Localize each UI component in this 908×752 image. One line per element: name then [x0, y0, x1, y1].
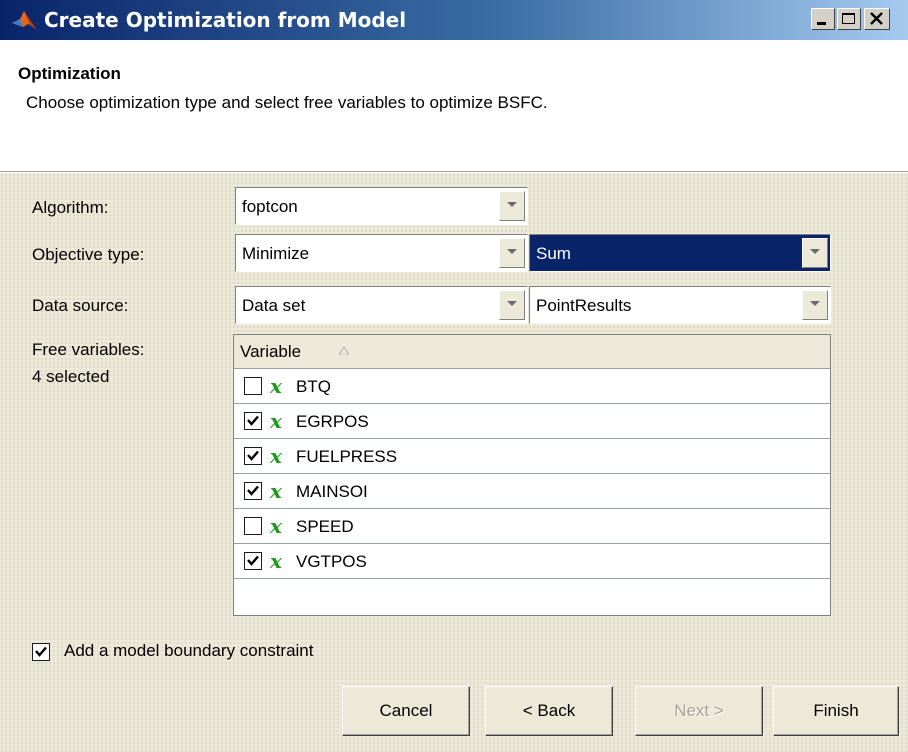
chevron-down-icon	[507, 202, 517, 207]
table-row[interactable]: x EGRPOS	[234, 404, 830, 439]
maximize-icon	[842, 13, 855, 24]
close-icon	[870, 12, 883, 25]
data-source-label: Data source:	[32, 296, 129, 315]
data-source-dropdown[interactable]: Data set	[235, 286, 528, 324]
sort-ascending-icon	[339, 347, 349, 355]
objective-aggregation-dropdown-arrow[interactable]	[802, 238, 828, 268]
boundary-constraint-label[interactable]: Add a model boundary constraint	[64, 641, 314, 661]
variable-name: EGRPOS	[296, 412, 369, 431]
free-variables-label: Free variables:	[32, 340, 145, 359]
objective-aggregation-value: Sum	[536, 244, 571, 263]
data-source-dropdown-arrow[interactable]	[499, 290, 525, 320]
variable-x-icon: x	[270, 444, 282, 468]
chevron-down-icon	[810, 249, 820, 254]
variable-name: VGTPOS	[296, 552, 367, 571]
table-row[interactable]: x VGTPOS	[234, 544, 830, 579]
data-source-value: Data set	[242, 296, 306, 315]
variable-checkbox[interactable]	[244, 412, 262, 430]
variable-checkbox[interactable]	[244, 447, 262, 465]
close-button[interactable]	[864, 8, 890, 30]
variable-x-icon: x	[270, 549, 282, 573]
variable-checkbox[interactable]	[244, 377, 262, 395]
cancel-button[interactable]: Cancel	[342, 686, 470, 736]
algorithm-value: foptcon	[242, 197, 298, 216]
checkmark-icon	[247, 555, 259, 566]
variable-checkbox[interactable]	[244, 482, 262, 500]
title-bar[interactable]: Create Optimization from Model	[0, 0, 908, 40]
chevron-down-icon	[810, 301, 820, 306]
page-subtitle: Choose optimization type and select free…	[26, 93, 548, 112]
table-row[interactable]: x MAINSOI	[234, 474, 830, 509]
checkmark-icon	[35, 646, 47, 657]
minimize-button[interactable]	[811, 8, 835, 30]
finish-button[interactable]: Finish	[773, 686, 899, 736]
objective-aggregation-dropdown[interactable]: Sum	[529, 234, 831, 272]
objective-type-dropdown[interactable]: Minimize	[235, 234, 528, 272]
algorithm-dropdown-arrow[interactable]	[499, 191, 525, 221]
data-set-dropdown-arrow[interactable]	[802, 290, 828, 320]
table-row[interactable]: x BTQ	[234, 369, 830, 404]
maximize-button[interactable]	[837, 8, 861, 30]
wizard-header: Optimization Choose optimization type an…	[0, 40, 908, 171]
checkmark-icon	[247, 415, 259, 426]
variable-name: BTQ	[296, 377, 331, 396]
table-header[interactable]: Variable	[234, 335, 830, 369]
objective-type-value: Minimize	[242, 244, 310, 263]
column-header-variable[interactable]: Variable	[240, 335, 301, 369]
chevron-down-icon	[507, 249, 517, 254]
variable-name: SPEED	[296, 517, 354, 536]
boundary-constraint-checkbox[interactable]	[32, 643, 50, 661]
next-button[interactable]: Next >	[635, 686, 763, 736]
objective-type-dropdown-arrow[interactable]	[499, 238, 525, 268]
data-set-value: PointResults	[536, 296, 632, 315]
algorithm-label: Algorithm:	[32, 198, 109, 217]
variable-x-icon: x	[270, 514, 282, 538]
data-set-dropdown[interactable]: PointResults	[529, 286, 831, 324]
variable-name: MAINSOI	[296, 482, 368, 501]
variable-checkbox[interactable]	[244, 552, 262, 570]
back-button[interactable]: < Back	[485, 686, 613, 736]
variable-name: FUELPRESS	[296, 447, 398, 466]
free-variables-count: 4 selected	[32, 367, 110, 386]
objective-type-label: Objective type:	[32, 245, 145, 264]
variable-x-icon: x	[270, 374, 282, 398]
page-title: Optimization	[18, 64, 121, 83]
chevron-down-icon	[507, 301, 517, 306]
variable-checkbox[interactable]	[244, 517, 262, 535]
variable-x-icon: x	[270, 409, 282, 433]
checkmark-icon	[247, 485, 259, 496]
table-row[interactable]: x FUELPRESS	[234, 439, 830, 474]
checkmark-icon	[247, 450, 259, 461]
minimize-icon	[817, 22, 826, 25]
variable-x-icon: x	[270, 479, 282, 503]
matlab-logo-icon	[12, 11, 36, 29]
window-title: Create Optimization from Model	[44, 8, 407, 32]
free-variables-table[interactable]: Variable x BTQ x EGRPOS x FUELPRESS x MAINSOI x S…	[233, 334, 831, 616]
table-row[interactable]: x SPEED	[234, 509, 830, 544]
algorithm-dropdown[interactable]: foptcon	[235, 187, 528, 225]
